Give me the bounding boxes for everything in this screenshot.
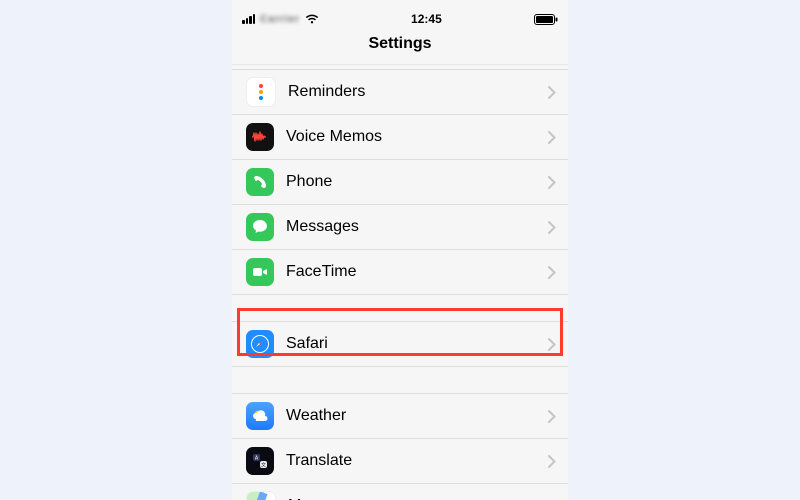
safari-icon <box>246 330 274 358</box>
row-reminders[interactable]: Reminders <box>232 69 568 115</box>
maps-icon <box>246 491 276 500</box>
chevron-right-icon <box>548 266 556 279</box>
row-messages[interactable]: Messages <box>232 205 568 250</box>
row-label: Phone <box>286 173 332 191</box>
status-bar: Carrier 12:45 <box>232 0 568 32</box>
chevron-right-icon <box>548 176 556 189</box>
chevron-right-icon <box>548 455 556 468</box>
row-label: Voice Memos <box>286 128 382 146</box>
carrier-name: Carrier <box>260 14 300 25</box>
row-translate[interactable]: A文 Translate <box>232 439 568 484</box>
facetime-icon <box>246 258 274 286</box>
row-label: Messages <box>286 218 359 236</box>
chevron-right-icon <box>548 410 556 423</box>
battery-icon <box>534 14 558 25</box>
chevron-right-icon <box>548 131 556 144</box>
chevron-right-icon <box>548 86 556 99</box>
navigation-bar: Settings <box>232 32 568 65</box>
ios-settings-screen: Carrier 12:45 Settings Reminders <box>232 0 568 500</box>
row-label: Weather <box>286 407 346 425</box>
weather-icon <box>246 402 274 430</box>
row-label: Safari <box>286 335 328 353</box>
page-title: Settings <box>368 35 431 52</box>
reminders-icon <box>246 77 276 107</box>
messages-icon <box>246 213 274 241</box>
row-phone[interactable]: Phone <box>232 160 568 205</box>
chevron-right-icon <box>548 221 556 234</box>
row-weather[interactable]: Weather <box>232 393 568 439</box>
translate-icon: A文 <box>246 447 274 475</box>
row-maps[interactable]: Maps <box>232 484 568 500</box>
settings-list: Reminders Voice Memos Phone <box>232 69 568 500</box>
row-label: Reminders <box>288 83 365 101</box>
row-voice-memos[interactable]: Voice Memos <box>232 115 568 160</box>
cellular-signal-icon <box>242 14 255 24</box>
phone-icon <box>246 168 274 196</box>
chevron-right-icon <box>548 338 556 351</box>
row-label: Translate <box>286 452 352 470</box>
row-safari[interactable]: Safari <box>232 321 568 367</box>
voice-memos-icon <box>246 123 274 151</box>
row-facetime[interactable]: FaceTime <box>232 250 568 295</box>
wifi-icon <box>305 14 319 24</box>
row-label: FaceTime <box>286 263 357 281</box>
svg-text:文: 文 <box>261 462 266 469</box>
clock: 12:45 <box>411 12 442 26</box>
